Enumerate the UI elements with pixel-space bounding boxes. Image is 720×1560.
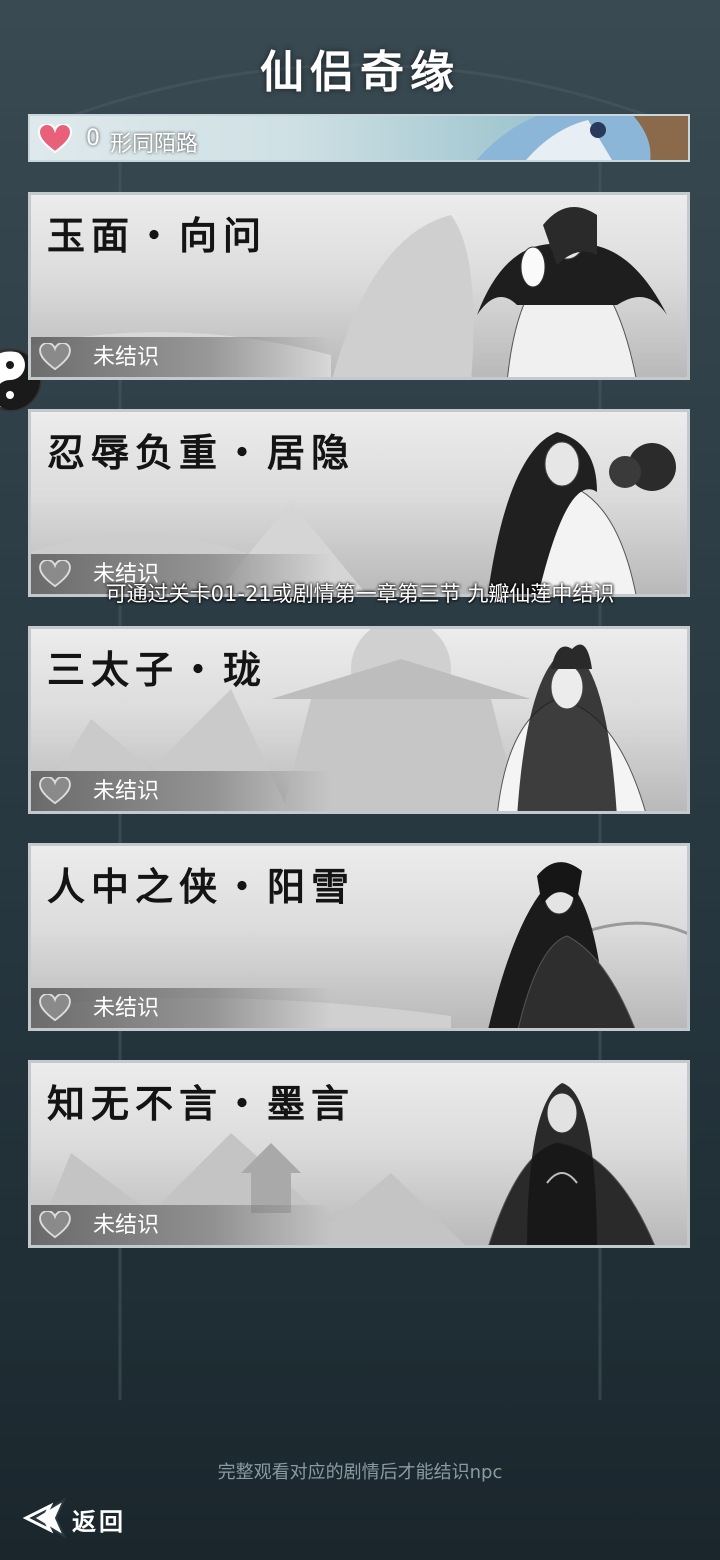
npc-status: 未结识 bbox=[93, 345, 160, 370]
page-title: 仙侣奇缘 bbox=[260, 47, 460, 98]
npc-card[interactable]: 忍辱负重・居隐 未结识 bbox=[28, 409, 690, 597]
npc-name: 玉面・向问 bbox=[47, 213, 268, 258]
heart-filled-icon bbox=[38, 124, 72, 154]
npc-status: 未结识 bbox=[93, 996, 160, 1021]
npc-card[interactable]: 知无不言・墨言 未结识 bbox=[28, 1060, 690, 1248]
status-strip bbox=[31, 771, 331, 811]
status-strip bbox=[31, 1205, 331, 1245]
back-label: 返回 bbox=[72, 1507, 126, 1536]
footer-note: 完整观看对应的剧情后才能结识npc bbox=[217, 1462, 503, 1483]
relationship-count: 0 bbox=[86, 126, 100, 151]
character-portrait bbox=[476, 116, 688, 160]
relationship-label: 形同陌路 bbox=[110, 132, 199, 157]
npc-name: 人中之侠・阳雪 bbox=[47, 864, 356, 909]
relationship-status-bar: 0 形同陌路 bbox=[28, 114, 690, 162]
npc-card[interactable]: 人中之侠・阳雪 未结识 bbox=[28, 843, 690, 1031]
npc-name: 忍辱负重・居隐 bbox=[47, 430, 356, 475]
unlock-hint-tooltip: 可通过关卡01-21或剧情第一章第三节 九瓣仙莲中结识 bbox=[105, 582, 615, 606]
npc-card[interactable]: 三太子・珑 未结识 bbox=[28, 626, 690, 814]
npc-portrait bbox=[487, 432, 676, 594]
heart-outline-icon bbox=[39, 1211, 71, 1239]
npc-portrait bbox=[488, 1083, 655, 1245]
npc-status: 未结识 bbox=[93, 779, 160, 804]
npc-portrait bbox=[497, 644, 646, 811]
back-button[interactable]: 返回 bbox=[20, 1496, 140, 1540]
npc-card[interactable]: 玉面・向问 未结识 bbox=[28, 192, 690, 380]
npc-status: 未结识 bbox=[93, 1213, 160, 1238]
back-arrow-icon bbox=[22, 1497, 67, 1539]
heart-outline-icon bbox=[39, 777, 71, 805]
npc-name: 三太子・珑 bbox=[47, 647, 268, 692]
npc-name: 知无不言・墨言 bbox=[47, 1081, 356, 1126]
heart-outline-icon bbox=[39, 994, 71, 1022]
status-strip bbox=[31, 988, 331, 1028]
npc-portrait bbox=[477, 207, 667, 377]
heart-outline-icon bbox=[39, 343, 71, 371]
status-strip bbox=[31, 337, 331, 377]
npc-portrait bbox=[488, 862, 636, 1028]
